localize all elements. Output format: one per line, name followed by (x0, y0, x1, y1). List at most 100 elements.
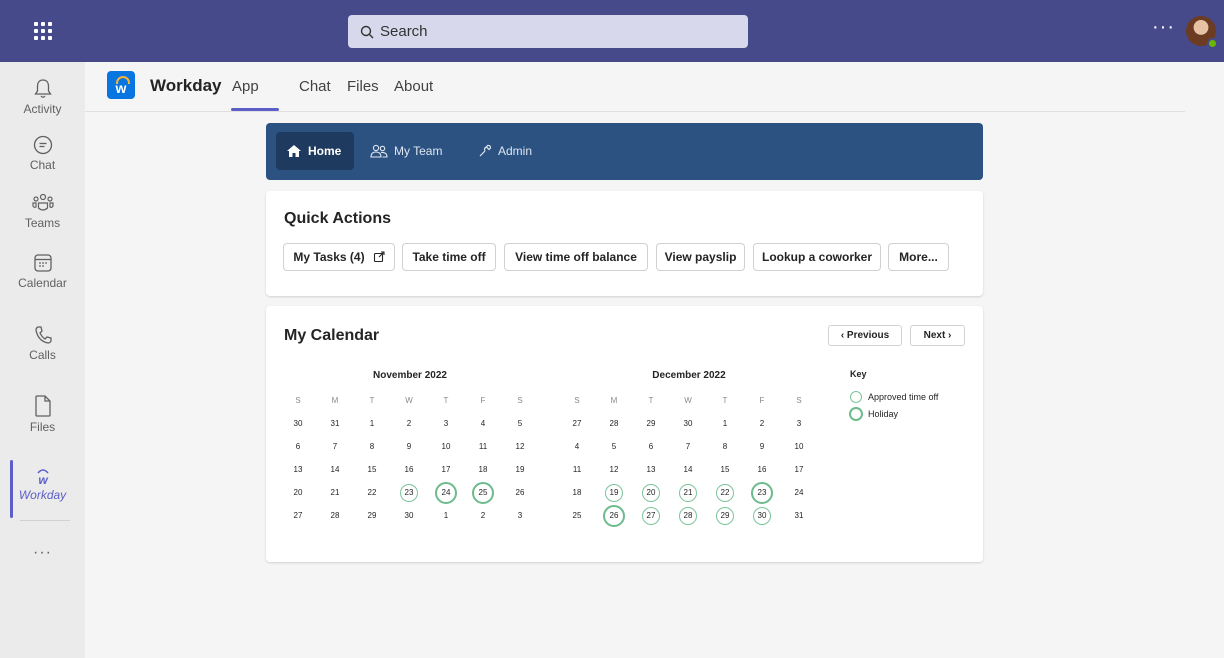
calendar-day[interactable]: 25 (465, 482, 501, 504)
tab-about[interactable]: About (394, 78, 433, 95)
calendar-day[interactable]: 5 (502, 414, 538, 434)
day-number: 30 (404, 511, 414, 520)
calendar-day[interactable]: 3 (428, 414, 464, 434)
calendar-day[interactable]: 9 (391, 437, 427, 457)
calendar-day[interactable]: 24 (781, 483, 817, 503)
more-options-button[interactable]: ··· (1152, 16, 1175, 39)
calendar-day[interactable]: 27 (280, 506, 316, 526)
calendar-day[interactable]: 18 (465, 460, 501, 480)
calendar-day[interactable]: 13 (280, 460, 316, 480)
rail-item-calls[interactable]: Calls (0, 324, 85, 384)
tab-app[interactable]: App (232, 78, 259, 95)
calendar-day[interactable]: 29 (707, 506, 743, 526)
calendar-day[interactable]: 2 (465, 506, 501, 526)
calendar-day[interactable]: 30 (280, 414, 316, 434)
calendar-day[interactable]: 27 (633, 506, 669, 526)
calendar-day[interactable]: 16 (391, 460, 427, 480)
search-input[interactable]: Search (348, 15, 748, 48)
calendar-day[interactable]: 11 (559, 460, 595, 480)
month-title: November 2022 (373, 370, 447, 381)
rail-item-activity[interactable]: Activity (0, 78, 85, 138)
calendar-day[interactable]: 31 (317, 414, 353, 434)
calendar-day[interactable]: 21 (317, 483, 353, 503)
day-number: 22 (367, 488, 377, 497)
divider (20, 520, 70, 521)
more-apps-button[interactable]: ··· (0, 544, 85, 562)
calendar-day[interactable]: 31 (781, 506, 817, 526)
lookup-coworker-button[interactable]: Lookup a coworker (753, 243, 881, 271)
calendar-day[interactable]: 19 (596, 483, 632, 503)
calendar-day[interactable]: 30 (670, 414, 706, 434)
calendar-day[interactable]: 16 (744, 460, 780, 480)
calendar-day[interactable]: 3 (502, 506, 538, 526)
calendar-day[interactable]: 19 (502, 460, 538, 480)
view-payslip-button[interactable]: View payslip (656, 243, 745, 271)
calendar-day[interactable]: 12 (596, 460, 632, 480)
calendar-day[interactable]: 7 (670, 437, 706, 457)
nav-admin-button[interactable]: Admin (478, 132, 532, 170)
calendar-day[interactable]: 20 (633, 483, 669, 503)
rail-item-calendar[interactable]: Calendar (0, 252, 85, 312)
calendar-day[interactable]: 14 (670, 460, 706, 480)
calendar-day[interactable]: 23 (391, 483, 427, 503)
calendar-day[interactable]: 29 (633, 414, 669, 434)
nav-home-button[interactable]: Home (276, 132, 354, 170)
calendar-day[interactable]: 22 (354, 483, 390, 503)
calendar-day[interactable]: 29 (354, 506, 390, 526)
calendar-day[interactable]: 8 (707, 437, 743, 457)
calendar-day[interactable]: 17 (428, 460, 464, 480)
calendar-day[interactable]: 22 (707, 483, 743, 503)
calendar-day[interactable]: 7 (317, 437, 353, 457)
more-actions-button[interactable]: More... (888, 243, 949, 271)
calendar-day[interactable]: 24 (428, 482, 464, 504)
calendar-day[interactable]: 6 (280, 437, 316, 457)
calendar-day[interactable]: 15 (707, 460, 743, 480)
take-time-off-button[interactable]: Take time off (402, 243, 496, 271)
calendar-day[interactable]: 12 (502, 437, 538, 457)
calendar-day[interactable]: 20 (280, 483, 316, 503)
view-time-off-balance-button[interactable]: View time off balance (504, 243, 648, 271)
calendar-day[interactable]: 15 (354, 460, 390, 480)
calendar-day[interactable]: 18 (559, 483, 595, 503)
calendar-day[interactable]: 1 (707, 414, 743, 434)
rail-item-teams[interactable]: Teams (0, 192, 85, 252)
rail-label: Teams (24, 216, 61, 230)
my-tasks-button[interactable]: My Tasks (4) (283, 243, 395, 271)
nav-my-team-button[interactable]: My Team (370, 132, 442, 170)
calendar-day[interactable]: 5 (596, 437, 632, 457)
calendar-day[interactable]: 13 (633, 460, 669, 480)
calendar-day[interactable]: 28 (670, 506, 706, 526)
calendar-day[interactable]: 14 (317, 460, 353, 480)
calendar-day[interactable]: 2 (744, 414, 780, 434)
calendar-day[interactable]: 3 (781, 414, 817, 434)
calendar-day[interactable]: 6 (633, 437, 669, 457)
calendar-day[interactable]: 21 (670, 483, 706, 503)
calendar-day[interactable]: 28 (317, 506, 353, 526)
previous-button[interactable]: ‹ Previous (828, 325, 902, 346)
tab-chat[interactable]: Chat (299, 78, 331, 95)
calendar-day[interactable]: 4 (559, 437, 595, 457)
rail-item-chat[interactable]: Chat (0, 134, 85, 194)
calendar-day[interactable]: 25 (559, 506, 595, 526)
calendar-day[interactable]: 30 (744, 506, 780, 526)
tab-files[interactable]: Files (347, 78, 379, 95)
calendar-day[interactable]: 1 (354, 414, 390, 434)
calendar-day[interactable]: 2 (391, 414, 427, 434)
calendar-day[interactable]: 4 (465, 414, 501, 434)
next-button[interactable]: Next › (910, 325, 965, 346)
calendar-day[interactable]: 28 (596, 414, 632, 434)
calendar-day[interactable]: 23 (744, 482, 780, 504)
rail-item-files[interactable]: Files (0, 394, 85, 454)
calendar-day[interactable]: 11 (465, 437, 501, 457)
calendar-day[interactable]: 17 (781, 460, 817, 480)
calendar-day[interactable]: 10 (428, 437, 464, 457)
calendar-day[interactable]: 1 (428, 506, 464, 526)
calendar-day[interactable]: 27 (559, 414, 595, 434)
calendar-day[interactable]: 8 (354, 437, 390, 457)
calendar-day[interactable]: 30 (391, 506, 427, 526)
calendar-day[interactable]: 9 (744, 437, 780, 457)
calendar-day[interactable]: 10 (781, 437, 817, 457)
app-launcher-icon[interactable] (34, 22, 52, 40)
calendar-day[interactable]: 26 (596, 505, 632, 527)
calendar-day[interactable]: 26 (502, 483, 538, 503)
